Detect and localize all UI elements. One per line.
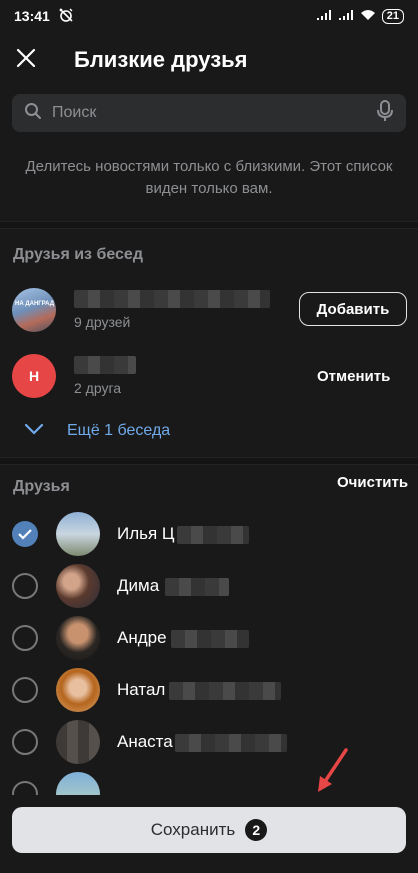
chat-subtitle: 9 друзей <box>74 314 131 330</box>
search-icon <box>24 102 42 125</box>
section-divider <box>0 457 418 465</box>
selected-count-badge: 2 <box>245 819 268 841</box>
search-bar[interactable] <box>12 94 406 132</box>
app-header: Близкие друзья <box>0 36 418 84</box>
clear-button[interactable]: Очистить <box>337 474 408 491</box>
add-button[interactable]: Добавить <box>299 292 407 326</box>
friend-name: Дима <box>117 576 230 596</box>
friend-name: Натал <box>117 680 282 700</box>
close-button[interactable] <box>0 36 52 84</box>
save-bar: Сохранить 2 <box>0 795 418 873</box>
checkbox[interactable] <box>12 625 38 651</box>
checkbox[interactable] <box>12 677 38 703</box>
chat-avatar: НА ДАНГРАД <box>12 288 56 332</box>
checkbox[interactable] <box>12 729 38 755</box>
alarm-off-icon <box>58 7 74 26</box>
section-divider <box>0 221 418 229</box>
friend-row[interactable]: Илья Ц <box>0 512 418 556</box>
info-text: Делитесь новостями только с близкими. Эт… <box>25 158 393 197</box>
show-more-chats[interactable]: Ещё 1 беседа <box>24 422 170 440</box>
chat-avatar: Н <box>12 354 56 398</box>
cancel-button[interactable]: Отменить <box>317 368 390 385</box>
save-button[interactable]: Сохранить 2 <box>12 807 406 853</box>
friend-avatar <box>56 512 100 556</box>
signal-icon <box>316 8 332 24</box>
microphone-icon[interactable] <box>376 99 394 127</box>
friend-name: Анаста <box>117 732 287 752</box>
clock: 13:41 <box>14 8 50 24</box>
friend-avatar <box>56 720 100 764</box>
friend-avatar <box>56 668 100 712</box>
checkbox[interactable] <box>12 573 38 599</box>
friend-row[interactable]: Анаста <box>0 720 418 764</box>
friend-avatar <box>56 564 100 608</box>
friends-section-title: Друзья <box>13 478 70 495</box>
friend-row[interactable]: Дима <box>0 564 418 608</box>
battery-indicator: 21 <box>381 8 404 24</box>
friend-name: Илья Ц <box>117 524 249 544</box>
friend-avatar <box>56 616 100 660</box>
status-bar: 13:41 21 <box>0 0 418 32</box>
avatar-caption: НА ДАНГРАД <box>15 301 54 307</box>
close-icon <box>16 48 36 73</box>
search-input[interactable] <box>50 103 376 123</box>
friend-row[interactable]: Натал <box>0 668 418 712</box>
chevron-down-icon <box>24 422 44 440</box>
chat-name-blurred <box>74 290 270 308</box>
signal-icon-2 <box>338 8 354 24</box>
chats-section-title: Друзья из бесед <box>13 246 143 263</box>
friend-row[interactable]: Андре <box>0 616 418 660</box>
chat-name-blurred <box>74 356 136 374</box>
page-title: Близкие друзья <box>74 47 248 72</box>
checkbox-checked[interactable] <box>12 521 38 547</box>
show-more-label: Ещё 1 беседа <box>67 422 171 439</box>
annotation-arrow-icon <box>318 748 348 792</box>
wifi-icon <box>360 8 376 24</box>
chat-subtitle: 2 друга <box>74 380 122 396</box>
friend-name: Андре <box>117 628 249 648</box>
save-label: Сохранить <box>150 820 236 839</box>
